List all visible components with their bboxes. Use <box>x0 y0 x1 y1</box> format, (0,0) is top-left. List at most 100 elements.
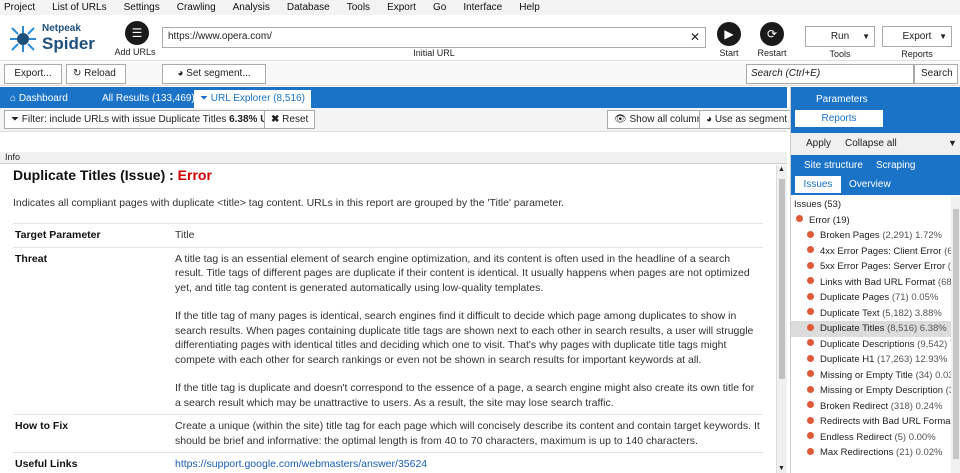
tree-item[interactable]: Duplicate Descriptions (9,542) 7. <box>791 337 951 353</box>
tab-parameters[interactable]: Parameters <box>816 94 868 105</box>
reset-filter-button[interactable]: ✖ Reset <box>264 110 316 129</box>
detail-key: How to Fix <box>13 414 173 453</box>
detail-paragraph: If the title tag of many pages is identi… <box>175 310 754 366</box>
add-urls-button[interactable]: ☰ Add URLs <box>114 21 156 57</box>
tree-item[interactable]: Broken Pages (2,291) 1.72% <box>791 228 951 244</box>
scroll-down-icon[interactable]: ▼ <box>778 465 785 472</box>
secondary-toolbar: Export... ↻ Reload ◕ Set segment... Sear… <box>0 62 960 86</box>
error-dot-icon <box>807 385 814 393</box>
search-input[interactable]: Search (Ctrl+E) <box>746 64 914 84</box>
error-dot-icon <box>807 432 814 440</box>
issue-title: Duplicate Titles (Issue) : Error <box>13 167 763 183</box>
tree-item[interactable]: 5xx Error Pages: Server Error (8 <box>791 259 951 275</box>
scroll-up-icon[interactable]: ▲ <box>778 166 785 173</box>
scroll-thumb[interactable] <box>779 179 785 379</box>
detail-value: A title tag is an essential element of s… <box>173 246 763 415</box>
tree-scrollbar[interactable] <box>951 197 960 473</box>
error-dot-icon <box>807 339 814 347</box>
reports-label: Reports <box>901 49 933 59</box>
start-button[interactable]: ▶ Start <box>709 22 749 58</box>
tree-item-name: Duplicate Text <box>820 307 880 319</box>
error-dot-icon <box>807 308 814 316</box>
detail-row: Useful Links https://support.google.com/w… <box>13 452 763 473</box>
tree-item-count: (17,263) 12.93% <box>877 354 948 365</box>
tree-item[interactable]: Duplicate Titles (8,516) 6.38% <box>791 321 951 337</box>
chevron-down-icon[interactable]: ▼ <box>948 138 957 148</box>
export-button[interactable]: Export... <box>4 64 62 84</box>
restart-button[interactable]: ⟳ Restart <box>752 22 792 58</box>
export-dropdown[interactable]: Export ▼ <box>882 26 952 47</box>
tree-actions: Apply Collapse all ▼ <box>791 133 960 155</box>
reset-label: Reset <box>282 114 309 125</box>
useful-link[interactable]: https://support.google.com/webmasters/an… <box>175 458 427 470</box>
tab-issues[interactable]: Issues <box>795 176 841 193</box>
tab-reports[interactable]: Reports <box>795 110 883 127</box>
menu-item[interactable]: List of URLs <box>52 2 106 13</box>
reload-button[interactable]: ↻ Reload <box>66 64 126 84</box>
report-tabs: Site structure Scraping Issues Overview <box>791 155 960 195</box>
apply-button[interactable]: Apply <box>806 138 831 149</box>
detail-value: Create a unique (within the site) title … <box>173 414 763 453</box>
eye-icon: 👁 <box>614 114 630 125</box>
run-label: Run <box>830 31 850 42</box>
tab-dashboard[interactable]: ⌂ Dashboard <box>4 90 74 108</box>
close-icon: ✖ <box>271 114 283 125</box>
detail-paragraph: Create a unique (within the site) title … <box>175 420 760 447</box>
collapse-all-button[interactable]: Collapse all <box>845 138 897 149</box>
menu-item[interactable]: Help <box>519 2 540 13</box>
tree-item[interactable]: Missing or Empty Description (3 <box>791 383 951 399</box>
set-segment-button[interactable]: ◕ Set segment... <box>162 64 266 84</box>
menu-item[interactable]: Project <box>4 2 35 13</box>
menu-item[interactable]: Database <box>287 2 330 13</box>
tree-item[interactable]: Broken Redirect (318) 0.24% <box>791 399 951 415</box>
filter-button[interactable]: ⏷ Filter: include URLs with issue Duplic… <box>4 110 294 129</box>
menu-item[interactable]: Crawling <box>177 2 216 13</box>
error-dot-icon <box>807 447 814 455</box>
tab-scraping[interactable]: Scraping <box>876 160 915 171</box>
tree-item[interactable]: 4xx Error Pages: Client Error (6 <box>791 244 951 260</box>
menu-item[interactable]: Interface <box>463 2 502 13</box>
detail-key: Useful Links <box>13 452 173 473</box>
run-dropdown[interactable]: Run ▼ <box>805 26 875 47</box>
error-dot-icon <box>807 292 814 300</box>
menu-item[interactable]: Export <box>387 2 416 13</box>
menu-item[interactable]: Tools <box>347 2 370 13</box>
tree-item-count: (8,516) 6.38% <box>887 323 947 334</box>
issues-tree: Issues (53) Error (19) Broken Pages (2,2… <box>791 197 951 473</box>
menu-item[interactable]: Settings <box>124 2 160 13</box>
tree-group-error-label: Error (19) <box>809 214 850 226</box>
search-button[interactable]: Search <box>914 64 958 84</box>
tree-root-issues[interactable]: Issues (53) <box>791 197 951 213</box>
tree-item[interactable]: Links with Bad URL Format (68) <box>791 275 951 291</box>
tree-item[interactable]: Endless Redirect (5) 0.00% <box>791 430 951 446</box>
tree-item[interactable]: Duplicate Text (5,182) 3.88% <box>791 306 951 322</box>
chevron-down-icon: ▼ <box>939 32 947 41</box>
error-dot-icon <box>807 416 814 424</box>
tree-item[interactable]: Max Redirections (21) 0.02% <box>791 445 951 461</box>
content-scrollbar[interactable]: ▲ ▼ <box>776 165 787 473</box>
tree-item[interactable]: Duplicate H1 (17,263) 12.93% <box>791 352 951 368</box>
detail-paragraph: Title <box>175 229 195 241</box>
add-urls-label: Add URLs <box>114 47 156 57</box>
tree-item[interactable]: Redirects with Bad URL Format <box>791 414 951 430</box>
use-as-segment-button[interactable]: ◕ Use as segment <box>699 110 795 129</box>
initial-url-input[interactable]: https://www.opera.com/ ✕ <box>162 27 706 48</box>
error-dot-icon <box>807 323 814 331</box>
clear-url-icon[interactable]: ✕ <box>690 30 700 44</box>
tree-item[interactable]: Duplicate Pages (71) 0.05% <box>791 290 951 306</box>
info-panel-header: Info <box>0 152 787 164</box>
tab-overview[interactable]: Overview <box>849 179 891 190</box>
tools-label: Tools <box>829 49 851 59</box>
menu-item[interactable]: Analysis <box>233 2 270 13</box>
detail-row: Target Parameter Title <box>13 223 763 247</box>
scroll-thumb[interactable] <box>953 209 959 459</box>
main-panel: ⌂ Dashboard All Results (133,469) ⏷ URL … <box>0 87 795 473</box>
app-logo: Netpeak Spider <box>8 22 108 58</box>
tree-item[interactable]: Missing or Empty Title (34) 0.03 <box>791 368 951 384</box>
tree-group-error[interactable]: Error (19) <box>791 213 951 229</box>
tab-url-explorer[interactable]: ⏷ URL Explorer (8,516) <box>194 90 311 108</box>
tab-all-results[interactable]: All Results (133,469) <box>96 90 201 108</box>
tab-site-structure[interactable]: Site structure <box>804 160 863 171</box>
menu-item[interactable]: Go <box>433 2 446 13</box>
filter-icon: ⏷ <box>200 93 211 104</box>
